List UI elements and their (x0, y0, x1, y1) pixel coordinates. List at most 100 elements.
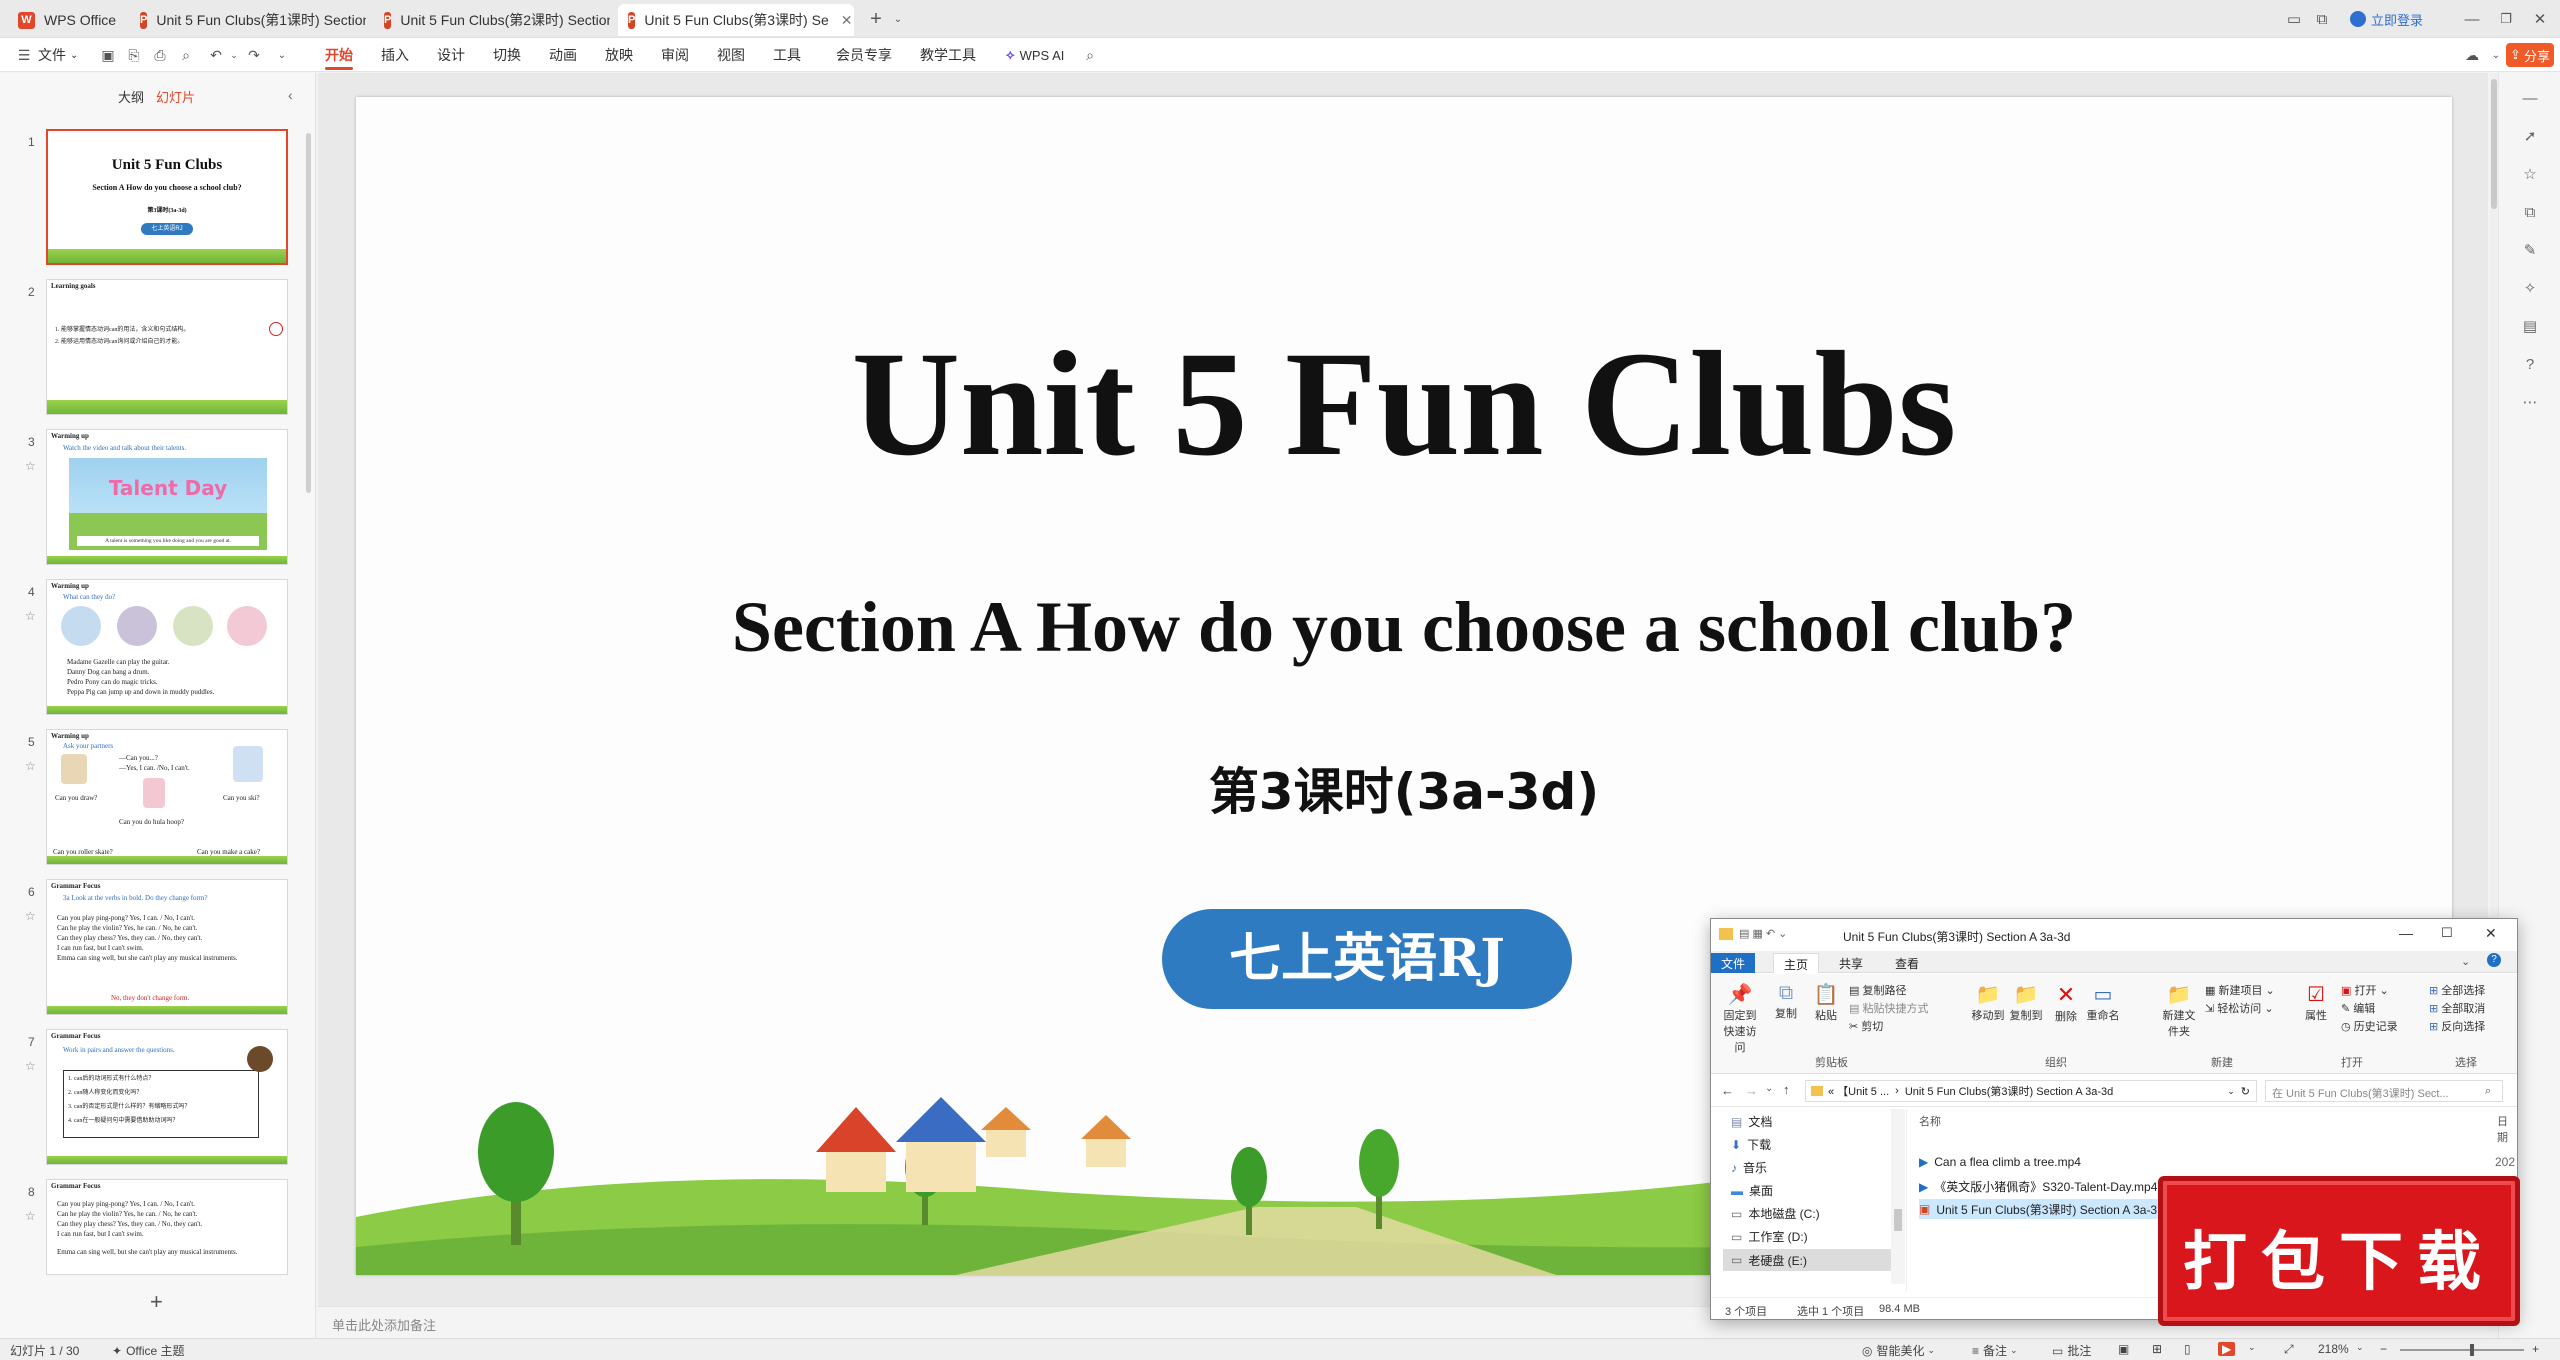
minimize-button[interactable]: — (2399, 925, 2413, 941)
hamburger-menu-icon[interactable]: ☰ (14, 46, 34, 64)
ribbon-tab-home[interactable]: 主页 (1773, 953, 1820, 973)
star-icon[interactable]: ☆ (25, 459, 36, 473)
zoom-out-button[interactable]: − (2380, 1342, 2387, 1356)
copy-path-button[interactable]: ▤ 复制路径 (1849, 982, 1931, 998)
more-options-icon[interactable]: ⋯ (2519, 391, 2541, 413)
wps-ai-button[interactable]: ⟡ WPS AI (1006, 38, 1064, 72)
grade-badge[interactable]: 七上英语RJ (1162, 909, 1572, 1009)
tab-list-chevron-icon[interactable]: ⌄ (890, 7, 906, 31)
download-package-stamp[interactable]: 打包下载 (2158, 1176, 2520, 1326)
move-to-button[interactable]: 📁 移动到 (1971, 982, 2005, 1023)
refresh-icon[interactable]: ↻ (2241, 1085, 2250, 1098)
customize-chevron-icon[interactable]: ⌄ (272, 46, 292, 64)
column-date[interactable]: 日期 (2497, 1113, 2517, 1145)
slide-title[interactable]: Unit 5 Fun Clubs (356, 319, 2452, 489)
cursor-select-icon[interactable]: ➚ (2519, 125, 2541, 147)
maximize-button[interactable]: ❐ (2494, 7, 2518, 31)
search-icon[interactable]: ⌕ (2485, 1085, 2491, 1098)
ribbon-collapse-chevron-icon[interactable]: ⌄ (2461, 955, 2470, 968)
tree-item-drive-e[interactable]: ▭ 老硬盘 (E:) (1723, 1249, 1899, 1271)
maximize-button[interactable]: ☐ (2441, 925, 2453, 941)
close-tab-icon[interactable]: ✕ (841, 12, 853, 29)
menu-teaching-tools[interactable]: 教学工具 (920, 38, 976, 72)
save-icon[interactable]: ▣ (98, 46, 118, 64)
tab-document-2[interactable]: P Unit 5 Fun Clubs(第2课时) Section A (374, 4, 610, 36)
slide-thumbnail-8[interactable]: Grammar Focus Can you play ping-pong? Ye… (46, 1179, 288, 1275)
slide-thumbnail-3[interactable]: Warming up Watch the video and talk abou… (46, 429, 288, 565)
tab-document-3[interactable]: P Unit 5 Fun Clubs(第3课时) Se ✕ (618, 4, 854, 36)
minus-icon[interactable]: — (2519, 87, 2541, 109)
select-none-button[interactable]: ⊞ 全部取消 (2429, 1000, 2517, 1016)
slide-thumbnail-7[interactable]: Grammar Focus Work in pairs and answer t… (46, 1029, 288, 1165)
reading-view-icon[interactable]: ▯ (2184, 1342, 2191, 1356)
star-icon[interactable]: ☆ (25, 609, 36, 623)
search-icon[interactable]: ⌕ (1080, 46, 1100, 64)
slide-thumbnail-2[interactable]: Learning goals 1. 能够掌握情态动词can的用法，含义和句式结构… (46, 279, 288, 415)
export-pdf-icon[interactable]: ⎘ (124, 46, 144, 64)
undo-icon[interactable]: ↶ (206, 46, 226, 64)
menu-insert[interactable]: 插入 (381, 38, 409, 72)
column-name[interactable]: 名称 (1919, 1113, 1941, 1129)
star-icon[interactable]: ☆ (25, 1209, 36, 1223)
print-icon[interactable]: ⎙ (150, 46, 170, 64)
zoom-slider[interactable] (2400, 1344, 2524, 1356)
tree-item-downloads[interactable]: ⬇ 下载 (1731, 1136, 1771, 1153)
notes-toggle[interactable]: ≡ 备注 ⌄ (1972, 1342, 2018, 1359)
login-button[interactable]: 立即登录 (2350, 7, 2423, 31)
easy-access-button[interactable]: ⇲ 轻松访问 ⌄ (2205, 1000, 2285, 1016)
menu-review[interactable]: 审阅 (661, 38, 689, 72)
minimize-button[interactable]: — (2460, 7, 2484, 31)
chevron-down-icon[interactable]: ⌄ (2248, 1342, 2256, 1353)
comments-toggle[interactable]: ▭ 批注 (2052, 1342, 2091, 1359)
select-all-button[interactable]: ⊞ 全部选择 (2429, 982, 2517, 998)
tree-item-desktop[interactable]: ▬ 桌面 (1731, 1182, 1773, 1199)
close-window-button[interactable]: ✕ (2528, 7, 2552, 31)
multi-window-icon[interactable]: ⧉ (2312, 7, 2332, 31)
paste-button[interactable]: 📋 粘贴 (1811, 982, 1841, 1023)
copy-layers-icon[interactable]: ⧉ (2519, 201, 2541, 223)
paste-shortcut-button[interactable]: ▤ 粘贴快捷方式 (1849, 1000, 1945, 1016)
tab-outline[interactable]: 大纲 (118, 87, 144, 106)
star-outline-icon[interactable]: ☆ (2519, 163, 2541, 185)
more-chevron-icon[interactable]: ⌄ (2486, 46, 2506, 64)
history-button[interactable]: ◷ 历史记录 (2341, 1018, 2411, 1034)
document-icon[interactable]: ▤ (2519, 315, 2541, 337)
tree-scrollbar[interactable] (1891, 1109, 1905, 1284)
new-folder-button[interactable]: 📁 新建文件夹 (2161, 982, 2197, 1039)
tree-item-drive-d[interactable]: ▭ 工作室 (D:) (1731, 1228, 1808, 1245)
edit-button[interactable]: ✎ 编辑 (2341, 1000, 2401, 1016)
address-chevron-icon[interactable]: ⌄ (2227, 1086, 2235, 1097)
tree-scrollbar-thumb[interactable] (1894, 1209, 1902, 1231)
close-button[interactable]: ✕ (2485, 925, 2497, 942)
tree-item-music[interactable]: ♪ 音乐 (1731, 1159, 1767, 1176)
slide-thumbnail-5[interactable]: Warming up Ask your partners —Can you...… (46, 729, 288, 865)
zoom-slider-thumb[interactable] (2470, 1344, 2474, 1356)
slide-sorter-icon[interactable]: ⊞ (2152, 1342, 2162, 1356)
slide-thumbnail-1[interactable]: Unit 5 Fun Clubs Section A How do you ch… (46, 129, 288, 265)
menu-animation[interactable]: 动画 (549, 38, 577, 72)
zoom-level[interactable]: 218% (2318, 1342, 2349, 1356)
tab-wps-home[interactable]: W WPS Office (8, 4, 126, 36)
pin-quick-access-button[interactable]: 📌 固定到快速访问 (1719, 982, 1761, 1055)
window-layout-icon[interactable]: ▭ (2284, 7, 2304, 31)
canvas-scrollbar-thumb[interactable] (2491, 79, 2497, 209)
redo-icon[interactable]: ↷ (244, 46, 264, 64)
thumbnail-scrollbar[interactable] (306, 133, 311, 493)
breadcrumb-current[interactable]: Unit 5 Fun Clubs(第3课时) Section A 3a-3d (1905, 1083, 2113, 1099)
normal-view-icon[interactable]: ▣ (2118, 1342, 2129, 1356)
add-slide-button[interactable]: + (150, 1289, 163, 1315)
help-icon[interactable]: ? (2487, 953, 2501, 967)
quick-access-toolbar-icons[interactable]: ▤ ▦ ↶ ⌄ (1739, 927, 1787, 940)
slide-thumbnail-4[interactable]: Warming up What can they do? Madame Gaze… (46, 579, 288, 715)
menu-transition[interactable]: 切换 (493, 38, 521, 72)
new-tab-button[interactable]: + (864, 7, 888, 31)
fit-window-icon[interactable]: ⤢ (2284, 1342, 2294, 1357)
menu-home[interactable]: 开始 (325, 38, 353, 72)
rename-button[interactable]: ▭ 重命名 (2085, 982, 2121, 1023)
new-item-button[interactable]: ▦ 新建项目 ⌄ (2205, 982, 2285, 998)
collapse-pane-icon[interactable]: ‹ (288, 87, 293, 103)
theme-indicator[interactable]: ✦ Office 主题 (112, 1342, 185, 1359)
slide-lesson[interactable]: 第3课时(3a-3d) (356, 762, 2452, 822)
star-icon[interactable]: ☆ (25, 1059, 36, 1073)
tree-item-drive-c[interactable]: ▭ 本地磁盘 (C:) (1731, 1205, 1820, 1222)
